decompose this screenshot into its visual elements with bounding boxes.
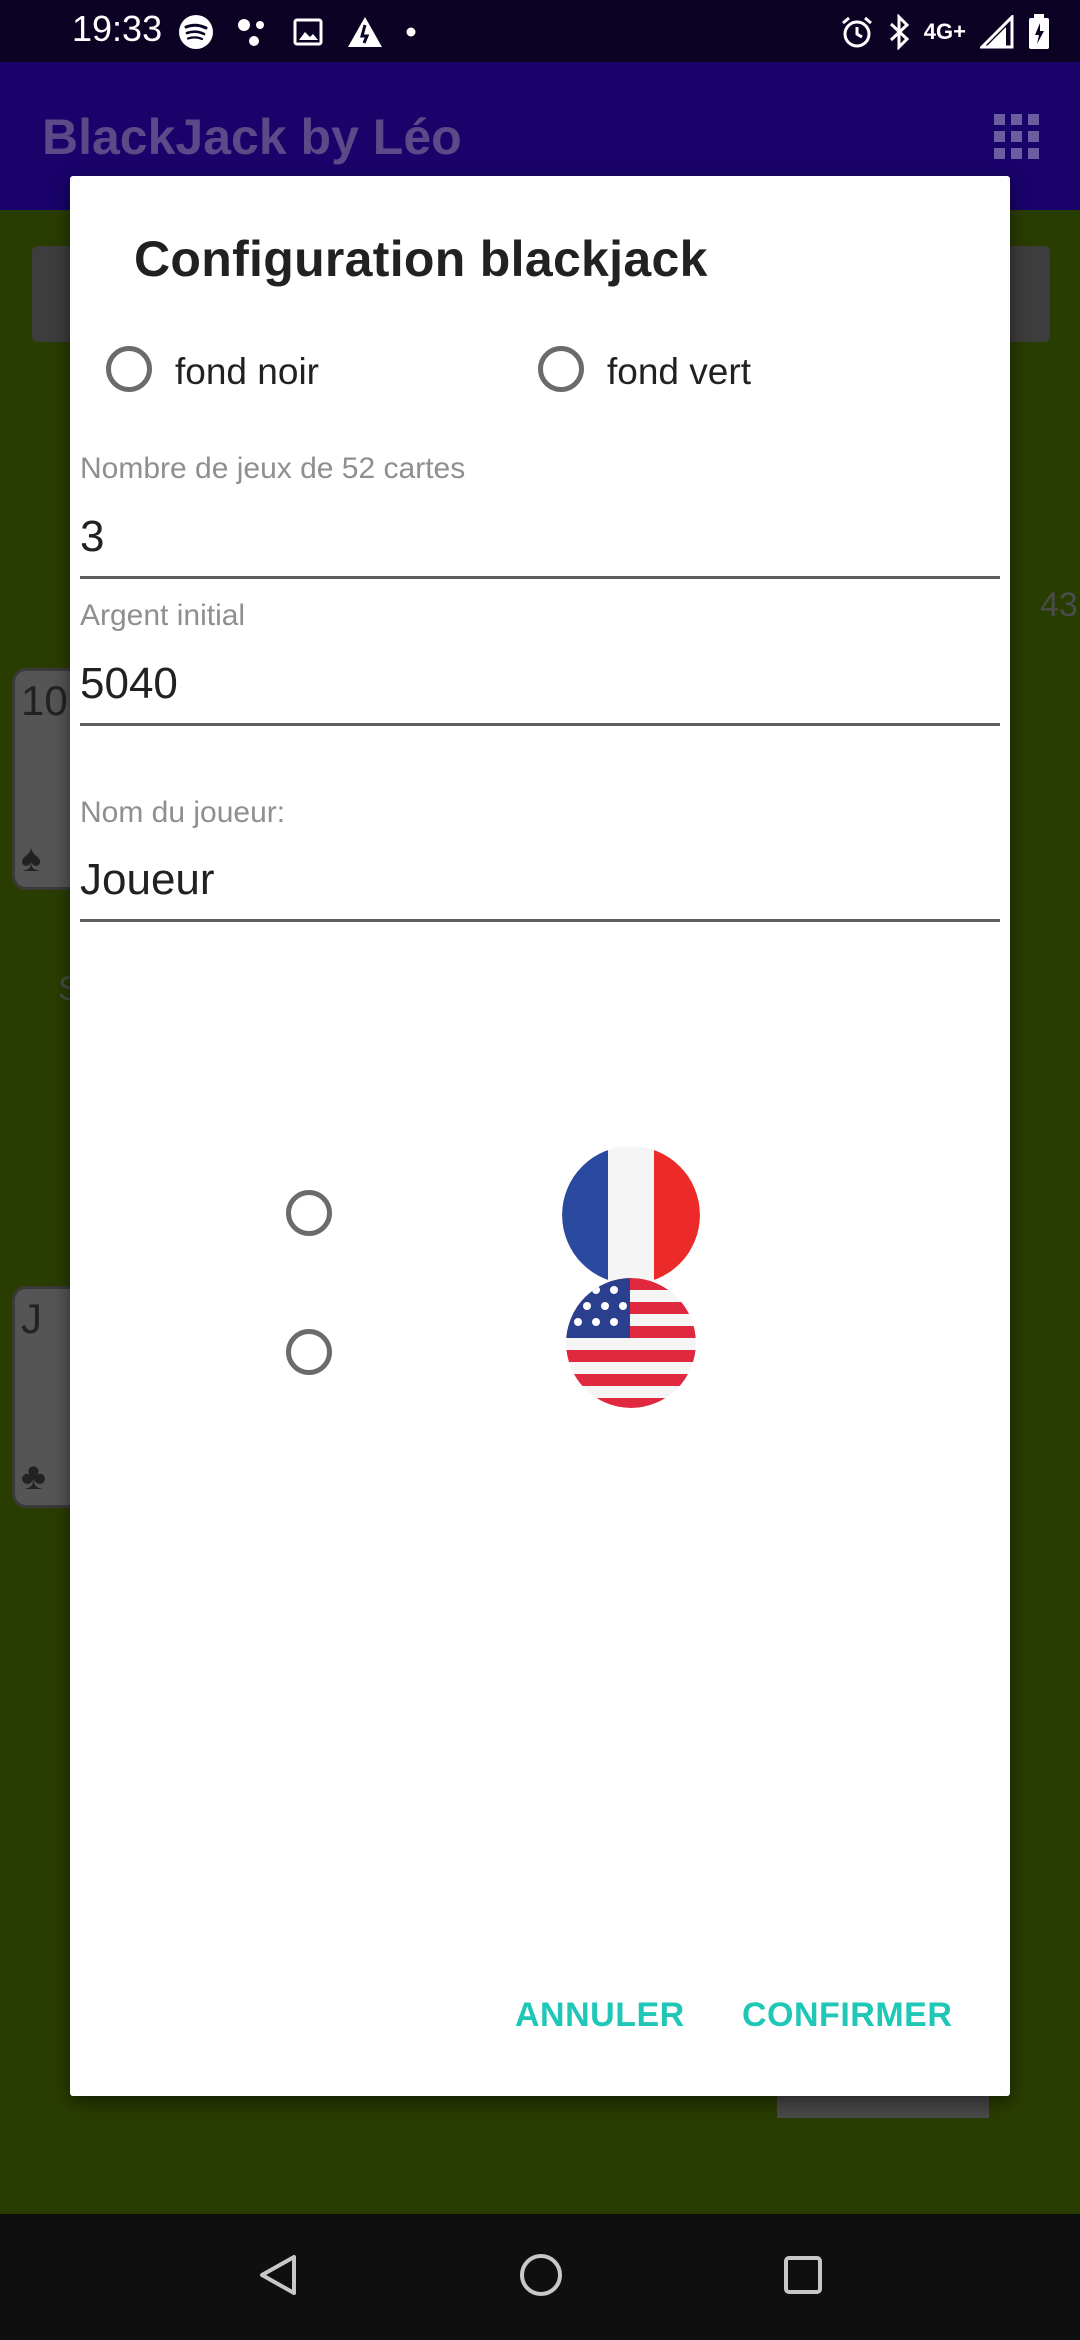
battery-icon <box>1029 14 1049 49</box>
background-bottom-button <box>777 2094 989 2118</box>
back-icon[interactable] <box>256 2252 302 2298</box>
radio-button[interactable] <box>106 346 152 392</box>
status-bar: 19:33 4G+ <box>0 0 1080 62</box>
grid-icon[interactable] <box>994 114 1040 160</box>
home-icon[interactable] <box>518 2252 564 2298</box>
app-title: BlackJack by Léo <box>42 109 462 165</box>
player-label: Nom du joueur: <box>80 796 286 829</box>
card-rank: J <box>21 1295 42 1342</box>
radio-english[interactable] <box>286 1329 332 1375</box>
recents-icon[interactable] <box>780 2252 826 2298</box>
card-rank: 10 <box>21 677 68 724</box>
player-name-input[interactable] <box>80 855 1000 922</box>
system-icons: 4G+ <box>840 10 1050 54</box>
decks-label: Nombre de jeux de 52 cartes <box>80 452 466 485</box>
status-time: 19:33 <box>72 8 163 49</box>
background-number: 43 <box>1040 586 1078 624</box>
dot-icon <box>406 27 416 37</box>
radio-button[interactable] <box>538 346 584 392</box>
decks-input[interactable] <box>80 512 1000 579</box>
money-input[interactable] <box>80 659 1000 726</box>
image-icon <box>293 18 323 46</box>
warning-icon <box>348 17 382 47</box>
bluetooth-icon <box>889 14 909 50</box>
radio-label: fond noir <box>175 351 319 392</box>
alarm-icon <box>841 16 872 48</box>
cancel-button[interactable]: ANNULER <box>515 1996 685 2035</box>
french-flag-icon <box>562 1146 700 1284</box>
network-type: 4G+ <box>923 19 966 44</box>
navigation-bar <box>0 2214 1080 2340</box>
radio-french[interactable] <box>286 1190 332 1236</box>
money-label: Argent initial <box>80 599 246 632</box>
signal-icon <box>980 15 1014 49</box>
spotify-icon <box>179 15 213 49</box>
dots-icon <box>238 19 264 46</box>
confirm-button[interactable]: CONFIRMER <box>742 1996 952 2035</box>
card-suit: ♣ <box>21 1456 46 1498</box>
config-dialog: Configuration blackjack fond noir fond v… <box>70 176 1010 2096</box>
card-suit: ♠ <box>21 838 42 880</box>
radio-label: fond vert <box>607 351 751 392</box>
notification-icons <box>178 10 416 54</box>
usa-flag-icon <box>566 1278 696 1408</box>
dialog-title: Configuration blackjack <box>134 231 708 287</box>
